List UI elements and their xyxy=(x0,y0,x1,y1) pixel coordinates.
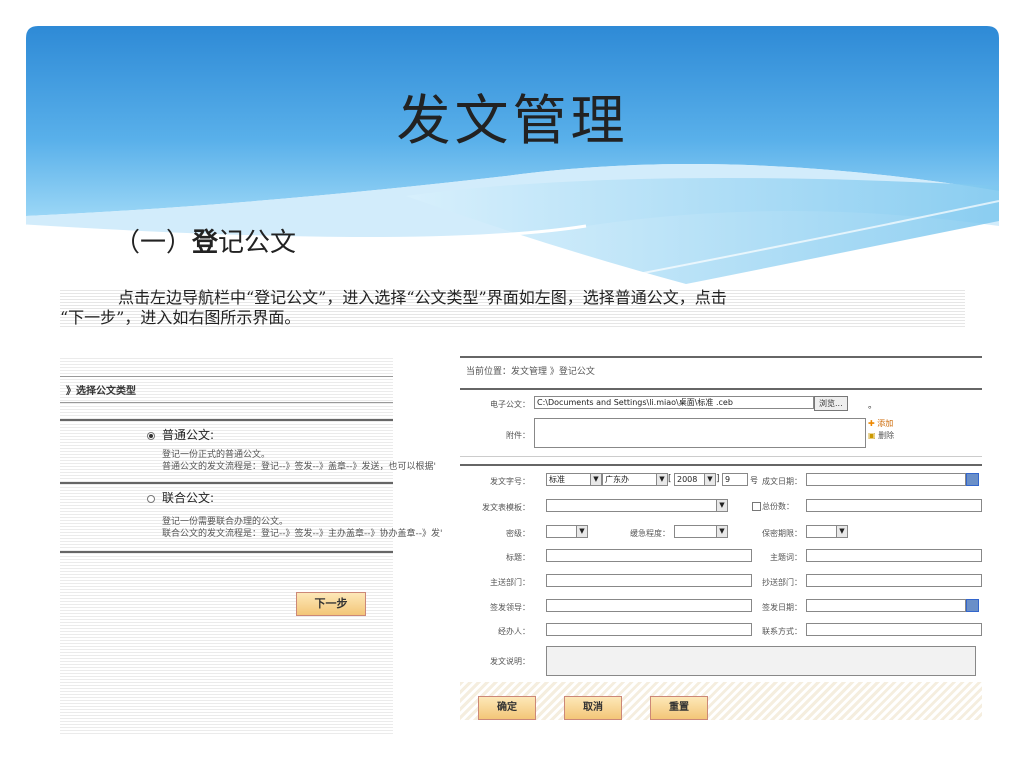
secret-term-select[interactable]: ▼ xyxy=(806,525,848,538)
finish-date-label: 成文日期： xyxy=(762,477,802,486)
doc-number-org-select[interactable]: 广东办 ▼ xyxy=(602,473,668,486)
attachment-label: 附件： xyxy=(506,431,530,440)
joint-doc-desc-1: 登记一份需要联合办理的公文。 xyxy=(162,517,289,527)
delete-attachment-link[interactable]: ▣ 删除 xyxy=(868,430,894,441)
footer-pattern xyxy=(460,682,982,720)
main-dept-label: 主送部门： xyxy=(490,578,530,587)
chevron-down-icon: ▼ xyxy=(716,500,727,511)
cc-dept-label: 抄送部门： xyxy=(762,578,802,587)
keywords-input[interactable] xyxy=(806,549,982,562)
keywords-label: 主题词： xyxy=(770,553,802,562)
select-doc-type-breadcrumb: 》选择公文类型 xyxy=(66,386,136,397)
divider xyxy=(60,482,393,484)
reset-button[interactable]: 重置 xyxy=(650,696,708,720)
doc-number-type-select[interactable]: 标准 ▼ xyxy=(546,473,602,486)
secret-level-label: 密级： xyxy=(506,529,530,538)
add-attachment-label: 添加 xyxy=(877,419,894,428)
signer-label: 签发领导： xyxy=(490,603,530,612)
secret-term-label: 保密期限： xyxy=(762,529,802,538)
divider xyxy=(60,551,393,553)
doc-number-year-select[interactable]: 2008 ▼ xyxy=(674,473,716,486)
confirm-button[interactable]: 确定 xyxy=(478,696,536,720)
total-copies-label: 总份数： xyxy=(762,502,794,511)
signer-input[interactable] xyxy=(546,599,752,612)
delete-attachment-label: 删除 xyxy=(878,431,895,440)
cancel-button[interactable]: 取消 xyxy=(564,696,622,720)
template-select[interactable]: ▼ xyxy=(546,499,728,512)
sign-date-label: 签发日期： xyxy=(762,603,802,612)
add-icon: ✚ xyxy=(868,419,875,428)
chevron-down-icon: ▼ xyxy=(716,526,727,537)
description: 点击左边导航栏中“登记公文”，进入选择“公文类型”界面如左图，选择普通公文，点击… xyxy=(60,288,965,328)
contact-input[interactable] xyxy=(806,623,982,636)
chevron-down-icon: ▼ xyxy=(576,526,587,537)
handler-input[interactable] xyxy=(546,623,752,636)
chevron-down-icon: ▼ xyxy=(590,474,601,485)
form-breadcrumb: 当前位置：发文管理 》登记公文 xyxy=(466,367,595,377)
select-doc-type-panel: 》选择公文类型 普通公文: 登记一份正式的普通公文。 普通公文的发文流程是：登记… xyxy=(60,356,442,736)
divider xyxy=(460,356,982,358)
total-copies-input[interactable] xyxy=(806,499,982,512)
joint-doc-desc-2: 联合公文的发文流程是：登记--》签发--》主办盖章--》协办盖章--》发' xyxy=(162,529,443,539)
description-line-2: “下一步”，进入如右图所示界面。 xyxy=(60,308,301,327)
joint-doc-radio[interactable] xyxy=(147,495,155,503)
sign-date-input[interactable] xyxy=(806,599,966,612)
doc-number-type-value: 标准 xyxy=(549,475,565,484)
e-doc-label: 电子公文： xyxy=(490,400,530,409)
chevron-down-icon: ▼ xyxy=(704,474,715,485)
divider xyxy=(460,464,982,466)
slide-title: 发文管理 xyxy=(396,89,629,152)
regular-doc-desc-2: 普通公文的发文流程是：登记--》签发--》盖章--》发送，也可以根据' xyxy=(162,462,436,472)
browse-suffix: 。 xyxy=(868,401,878,411)
divider xyxy=(460,456,982,457)
calendar-icon[interactable] xyxy=(966,473,979,486)
total-copies-checkbox[interactable] xyxy=(752,502,761,511)
cc-dept-input[interactable] xyxy=(806,574,982,587)
section-prefix: （一） xyxy=(114,228,193,258)
urgency-select[interactable]: ▼ xyxy=(674,525,728,538)
contact-label: 联系方式： xyxy=(762,627,802,636)
delete-icon: ▣ xyxy=(868,431,876,440)
calendar-icon[interactable] xyxy=(966,599,979,612)
e-doc-path-input[interactable]: C:\Documents and Settings\li.miao\桌面\标准 … xyxy=(534,396,814,409)
bracket-close: ] xyxy=(716,474,720,484)
main-dept-input[interactable] xyxy=(546,574,752,587)
attachment-list[interactable] xyxy=(534,418,866,448)
doc-number-org-value: 广东办 xyxy=(605,475,629,484)
note-textarea[interactable] xyxy=(546,646,976,676)
urgency-label: 缓急程度： xyxy=(630,529,670,538)
add-attachment-link[interactable]: ✚ 添加 xyxy=(868,418,893,429)
section-title: （一）登记公文 xyxy=(114,222,296,259)
divider xyxy=(60,376,393,377)
regular-doc-radio[interactable] xyxy=(147,432,155,440)
divider xyxy=(60,402,393,403)
regular-doc-desc-1: 登记一份正式的普通公文。 xyxy=(162,450,271,460)
bracket-open: [ xyxy=(668,474,672,484)
next-step-button[interactable]: 下一步 xyxy=(296,592,366,616)
doc-number-year-value: 2008 xyxy=(677,475,698,484)
divider xyxy=(60,419,393,421)
template-label: 发文表模板： xyxy=(482,503,530,512)
note-label: 发文说明： xyxy=(490,657,530,666)
register-doc-form: 当前位置：发文管理 》登记公文 电子公文： C:\Documents and S… xyxy=(460,356,982,720)
section-bold-char: 登 xyxy=(192,228,219,258)
chevron-down-icon: ▼ xyxy=(836,526,847,537)
subject-label: 标题： xyxy=(506,553,530,562)
secret-level-select[interactable]: ▼ xyxy=(546,525,588,538)
description-line-1: 点击左边导航栏中“登记公文”，进入选择“公文类型”界面如左图，选择普通公文，点击 xyxy=(118,288,727,307)
browse-button[interactable]: 浏览... xyxy=(814,396,848,411)
chevron-down-icon: ▼ xyxy=(656,474,667,485)
doc-number-label: 发文字号： xyxy=(490,477,530,486)
section-rest: 记公文 xyxy=(218,228,297,258)
finish-date-input[interactable] xyxy=(806,473,966,486)
divider xyxy=(460,388,982,390)
regular-doc-title: 普通公文: xyxy=(162,428,215,442)
joint-doc-title: 联合公文: xyxy=(162,491,215,505)
handler-label: 经办人： xyxy=(498,627,530,636)
subject-input[interactable] xyxy=(546,549,752,562)
